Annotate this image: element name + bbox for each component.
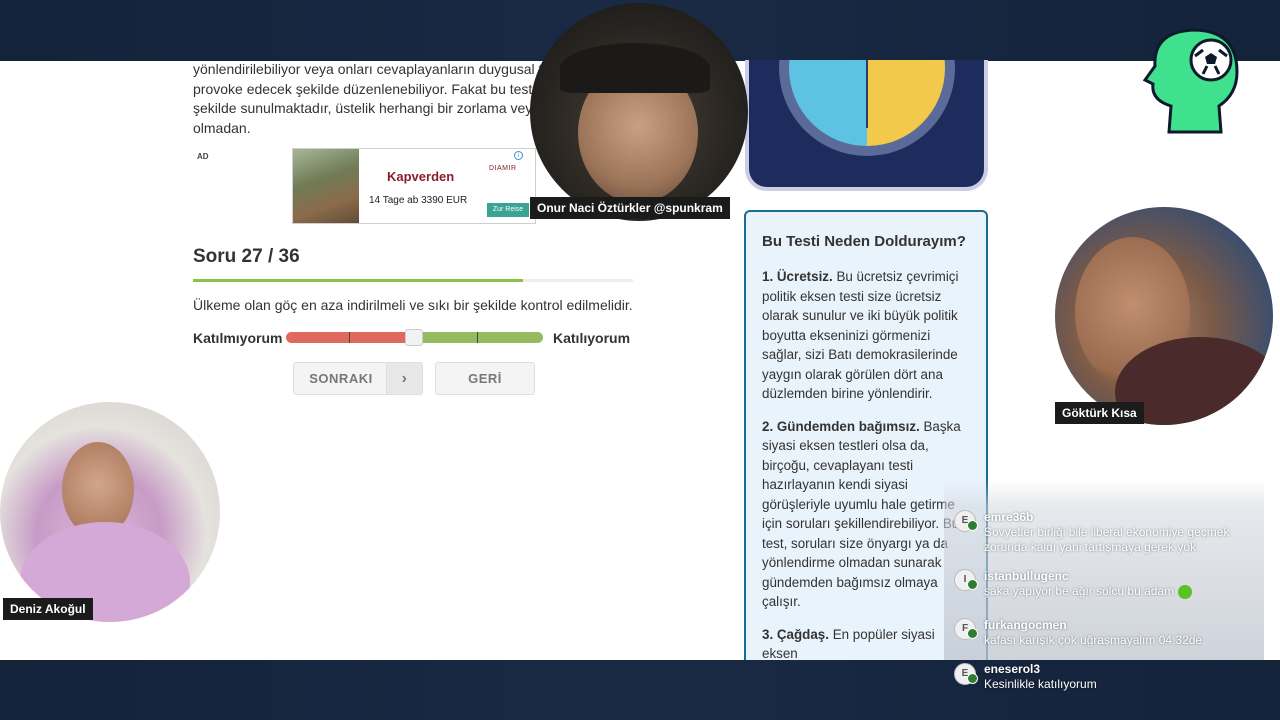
- slider-tick: [349, 332, 350, 343]
- intro-line: provoke edecek şekilde düzenlenebiliyor.…: [193, 80, 544, 97]
- webcam-left: [0, 402, 220, 622]
- moderator-badge-icon: [967, 628, 978, 639]
- webcam-right: [1055, 207, 1273, 425]
- chat-username: emre36b: [984, 510, 1034, 524]
- intro-line: yönlendirilebiliyor veya onları cevaplay…: [193, 61, 551, 77]
- why-take-test-title: Bu Testi Neden Doldurayım?: [762, 233, 966, 250]
- chat-text: Kesinlikle katılıyorum: [984, 677, 1097, 691]
- football-head-logo-icon: [1142, 28, 1239, 134]
- scale-agree-label: Katılıyorum: [553, 330, 631, 346]
- slider-agree-segment[interactable]: [422, 332, 543, 343]
- article-intro: yönlendirilebiliyor veya onları cevaplay…: [193, 60, 553, 138]
- chat-text: kafası karışık çok uğraşmayalım 04.32de: [984, 633, 1203, 647]
- chat-text: şaka yapıyor be ağır solcu bu adam: [984, 584, 1175, 598]
- ad-brand-logo: DIAMIR: [489, 165, 517, 172]
- info-item-text: Bu ücretsiz çevrimiçi politik eksen test…: [762, 269, 959, 401]
- chat-username: eneserol3: [984, 662, 1041, 676]
- chat-username: istanbullugenc: [984, 569, 1069, 583]
- info-item: 1. Ücretsiz. Bu ücretsiz çevrimiçi polit…: [762, 267, 970, 404]
- scale-disagree-label: Katılmıyorum: [193, 330, 283, 346]
- moderator-badge-icon: [967, 673, 978, 684]
- chat-message: istanbullugenc şaka yapıyor be ağır solc…: [984, 569, 1244, 599]
- smiley-emoji-icon: [1178, 584, 1193, 599]
- progress-bar: [193, 279, 633, 282]
- webcam-center: [530, 3, 748, 221]
- info-item-text: Başka siyasi eksen testleri olsa da, bir…: [762, 418, 961, 610]
- headphones: [560, 43, 710, 93]
- info-item: 3. Çağdaş. En popüler siyasi eksen: [762, 625, 970, 664]
- info-item-heading: 3. Çağdaş.: [762, 626, 829, 642]
- compass-logo-needle: [866, 60, 868, 128]
- ad-cta-button[interactable]: Zur Reise: [487, 203, 529, 217]
- next-button-label: SONRAKI: [309, 371, 373, 386]
- intro-line: olmadan.: [193, 119, 251, 136]
- info-item-heading: 2. Gündemden bağımsız.: [762, 418, 920, 434]
- ad-label: AD: [197, 152, 209, 161]
- moderator-badge-icon: [967, 579, 978, 590]
- chat-message: emre36b Sovyetler birliği bile liberal e…: [984, 510, 1244, 555]
- slider-tick: [477, 332, 478, 343]
- streamer-name-center: Onur Naci Öztürkler @spunkram: [530, 197, 730, 219]
- slider-handle[interactable]: [405, 329, 423, 346]
- progress-fill: [193, 279, 523, 282]
- info-item: 2. Gündemden bağımsız. Başka siyasi ekse…: [762, 417, 970, 612]
- question-counter: Soru 27 / 36: [193, 246, 300, 267]
- site-logo-card: [745, 60, 988, 191]
- ad-info-icon[interactable]: i: [514, 151, 523, 160]
- chevron-right-icon: ›: [386, 363, 422, 394]
- streamer-name-left: Deniz Akoğul: [3, 598, 93, 620]
- chat-message: furkangocmen kafası karışık çok uğraşmay…: [984, 618, 1244, 648]
- next-button[interactable]: SONRAKI ›: [293, 362, 423, 395]
- back-button[interactable]: GERİ: [435, 362, 535, 395]
- question-text: Ülkeme olan göç en aza indirilmeli ve sı…: [193, 297, 633, 313]
- chat-message: eneserol3 Kesinlikle katılıyorum: [984, 662, 1244, 692]
- ad-banner[interactable]: Kapverden 14 Tage ab 3390 EUR DIAMIR Zur…: [292, 148, 536, 224]
- chat-text: Sovyetler birliği bile liberal ekonomiye…: [984, 525, 1230, 554]
- info-item-heading: 1. Ücretsiz.: [762, 269, 833, 284]
- live-chat: E emre36b Sovyetler birliği bile liberal…: [944, 480, 1264, 660]
- slider-disagree-segment[interactable]: [286, 332, 406, 343]
- intro-line: şekilde sunulmaktadır, üstelik herhangi …: [193, 100, 541, 116]
- chat-username: furkangocmen: [984, 618, 1067, 632]
- ad-subtitle: 14 Tage ab 3390 EUR: [369, 195, 468, 206]
- streamer-name-right: Göktürk Kısa: [1055, 402, 1144, 424]
- ad-title: Kapverden: [387, 169, 455, 184]
- moderator-badge-icon: [967, 520, 978, 531]
- ad-image: [293, 149, 359, 223]
